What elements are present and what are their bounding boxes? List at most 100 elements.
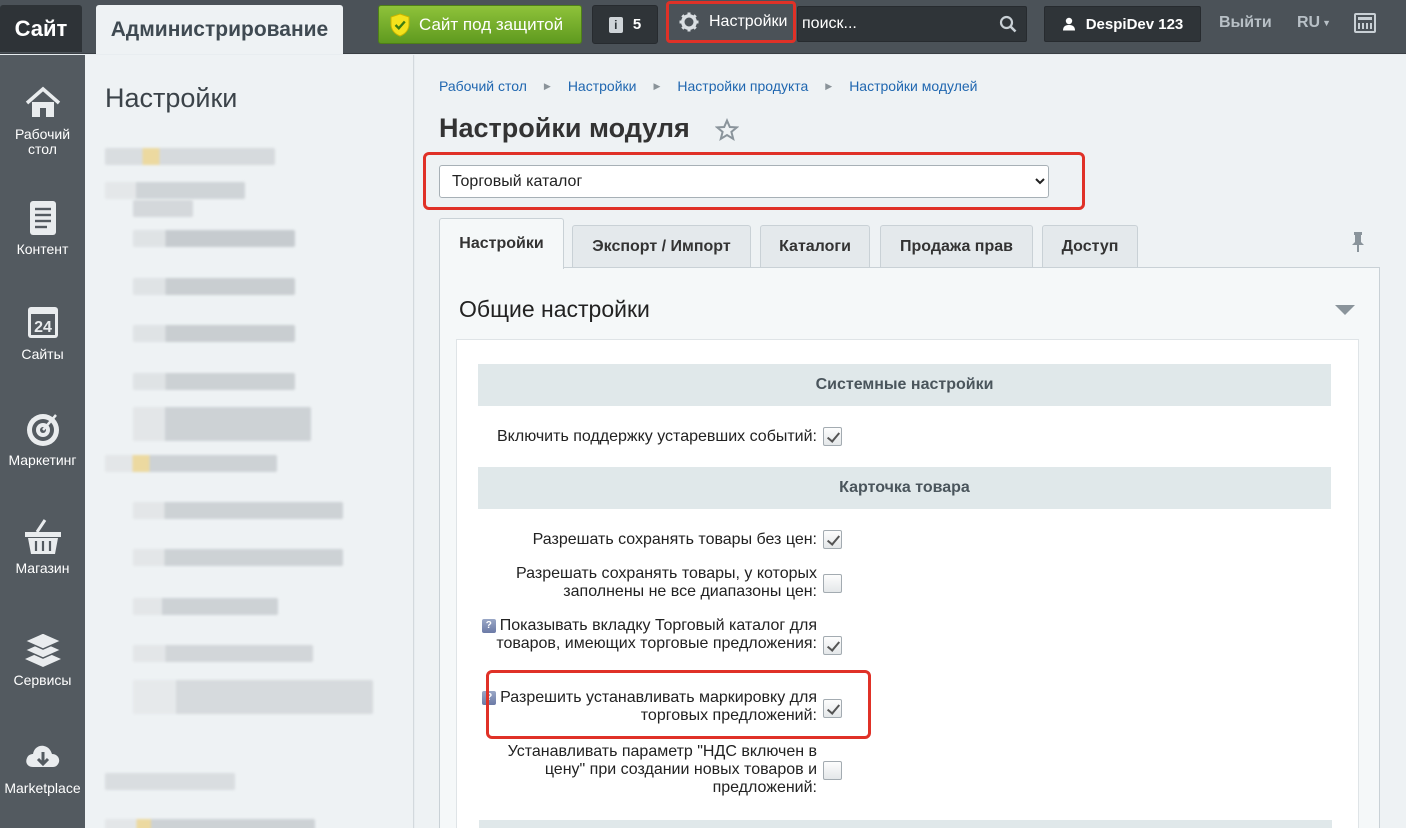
partial-price-ranges-checkbox[interactable] bbox=[823, 574, 842, 593]
target-icon bbox=[26, 414, 59, 446]
tree-item[interactable] bbox=[133, 278, 295, 295]
gear-icon bbox=[679, 12, 699, 32]
option-label: Разрешать сохранять товары без цен: bbox=[532, 531, 817, 548]
caret-down-icon: ▼ bbox=[1322, 17, 1332, 28]
group-header-next bbox=[479, 820, 1332, 828]
tree-item[interactable] bbox=[105, 819, 315, 828]
calendar-24-icon: 24 bbox=[27, 307, 58, 338]
star-icon[interactable] bbox=[715, 118, 739, 142]
help-icon[interactable]: ? bbox=[481, 619, 496, 633]
tree-item[interactable] bbox=[133, 598, 278, 615]
left-menu: Рабочий стол Контент 24 Сайты Маркетинг bbox=[0, 55, 85, 828]
tree-item[interactable] bbox=[133, 645, 313, 662]
option-label: Включить поддержку устаревших событий: bbox=[497, 428, 817, 445]
menu-item-label: Маркетинг bbox=[8, 452, 77, 468]
menu-item-marketplace[interactable]: Marketplace bbox=[0, 737, 85, 796]
breadcrumb-item[interactable]: Рабочий стол bbox=[439, 78, 527, 94]
tab-settings[interactable]: Настройки bbox=[439, 218, 564, 269]
tree-item[interactable] bbox=[105, 773, 235, 790]
option-label-with-help: ? Показывать вкладку Торговый каталог для… bbox=[477, 617, 817, 653]
language-label: RU bbox=[1297, 14, 1321, 31]
tree-item[interactable] bbox=[133, 200, 193, 217]
tree-item[interactable] bbox=[105, 455, 277, 472]
shield-check-icon bbox=[390, 12, 410, 37]
tree-item[interactable] bbox=[133, 680, 373, 714]
user-name: DespiDev 123 bbox=[1085, 15, 1184, 33]
site-protected-button[interactable]: Сайт под защитой bbox=[378, 5, 582, 44]
show-catalog-tab-checkbox[interactable] bbox=[823, 636, 842, 655]
chevron-right-icon: ▶ bbox=[825, 80, 833, 91]
section-title: Общие настройки bbox=[459, 296, 650, 322]
home-icon bbox=[25, 86, 60, 117]
notifications-count: 5 bbox=[632, 16, 642, 33]
keyboard-icon[interactable] bbox=[1354, 13, 1376, 33]
legacy-events-checkbox[interactable] bbox=[823, 427, 842, 446]
option-label: Показывать вкладку Торговый каталог для … bbox=[496, 617, 817, 652]
breadcrumb-item[interactable]: Настройки модулей bbox=[849, 78, 977, 94]
menu-item-label: Магазин bbox=[15, 560, 70, 576]
settings-button[interactable]: Настройки bbox=[666, 1, 796, 43]
top-bar: Сайт Администрирование Сайт под защитой … bbox=[0, 0, 1406, 54]
menu-item-label: Контент bbox=[16, 241, 69, 257]
settings-label: Настройки bbox=[709, 13, 788, 30]
search-icon[interactable] bbox=[999, 15, 1017, 33]
option-label: Устанавливать параметр "НДС включен в це… bbox=[507, 743, 817, 796]
info-icon: i bbox=[608, 16, 623, 33]
tab-sale-rights[interactable]: Продажа прав bbox=[880, 225, 1033, 268]
tree-item[interactable] bbox=[133, 502, 343, 519]
search-box bbox=[797, 6, 1027, 42]
menu-item-label: Marketplace bbox=[4, 780, 81, 796]
tree-item[interactable] bbox=[133, 325, 295, 342]
group-header-system: Системные настройки bbox=[478, 364, 1331, 406]
settings-tree-panel: Настройки bbox=[85, 55, 414, 828]
site-tab[interactable]: Сайт bbox=[0, 5, 82, 52]
collapse-arrow-icon[interactable] bbox=[1335, 304, 1355, 316]
basket-icon bbox=[24, 519, 61, 554]
breadcrumb-item[interactable]: Настройки bbox=[568, 78, 637, 94]
pin-icon[interactable] bbox=[1349, 231, 1367, 253]
chevron-right-icon: ▶ bbox=[653, 80, 661, 91]
breadcrumb-item[interactable]: Настройки продукта bbox=[677, 78, 808, 94]
breadcrumb: Рабочий стол ▶ Настройки ▶ Настройки про… bbox=[439, 78, 977, 94]
tree-item[interactable] bbox=[105, 148, 275, 165]
cloud-download-icon bbox=[25, 745, 59, 767]
highlight-frame bbox=[486, 670, 871, 739]
user-icon bbox=[1062, 17, 1075, 31]
menu-item-content[interactable]: Контент bbox=[0, 198, 85, 257]
menu-item-services[interactable]: Сервисы bbox=[0, 629, 85, 688]
vat-included-checkbox[interactable] bbox=[823, 761, 842, 780]
save-without-prices-checkbox[interactable] bbox=[823, 530, 842, 549]
svg-text:24: 24 bbox=[34, 319, 52, 336]
menu-item-shop[interactable]: Магазин bbox=[0, 517, 85, 576]
layers-icon bbox=[22, 632, 63, 667]
menu-item-label: Рабочий стол bbox=[14, 126, 71, 157]
tree-item[interactable] bbox=[133, 407, 311, 441]
user-button[interactable]: DespiDev 123 bbox=[1044, 6, 1201, 42]
tab-export-import[interactable]: Экспорт / Импорт bbox=[572, 225, 751, 268]
admin-tab[interactable]: Администрирование bbox=[96, 5, 343, 54]
menu-item-sites[interactable]: 24 Сайты bbox=[0, 303, 85, 362]
module-select[interactable]: Торговый каталог bbox=[439, 165, 1049, 198]
menu-item-label: Сайты bbox=[21, 346, 64, 362]
notifications-button[interactable]: i 5 bbox=[592, 5, 658, 44]
search-input[interactable] bbox=[802, 7, 992, 41]
settings-form-body: Системные настройки Включить поддержку у… bbox=[455, 339, 1358, 828]
tree-item[interactable] bbox=[133, 373, 295, 390]
group-header-product-card: Карточка товара bbox=[478, 467, 1331, 509]
panel-title: Настройки bbox=[105, 83, 238, 113]
site-protected-label: Сайт под защитой bbox=[419, 14, 564, 34]
tree-item[interactable] bbox=[133, 549, 343, 566]
menu-item-label: Сервисы bbox=[13, 672, 72, 688]
document-icon bbox=[29, 201, 56, 235]
option-label: Разрешать сохранять товары, у которых за… bbox=[516, 565, 817, 600]
logout-button[interactable]: Выйти bbox=[1219, 14, 1272, 32]
tree-item[interactable] bbox=[133, 230, 295, 247]
tab-access[interactable]: Доступ bbox=[1042, 225, 1138, 268]
tab-catalogs[interactable]: Каталоги bbox=[760, 225, 870, 268]
page-title: Настройки модуля bbox=[439, 113, 690, 143]
menu-item-desktop[interactable]: Рабочий стол bbox=[0, 83, 85, 157]
chevron-right-icon: ▶ bbox=[543, 80, 551, 91]
language-switcher[interactable]: RU ▼ bbox=[1297, 14, 1331, 32]
tree-item[interactable] bbox=[105, 182, 245, 199]
menu-item-marketing[interactable]: Маркетинг bbox=[0, 409, 85, 468]
